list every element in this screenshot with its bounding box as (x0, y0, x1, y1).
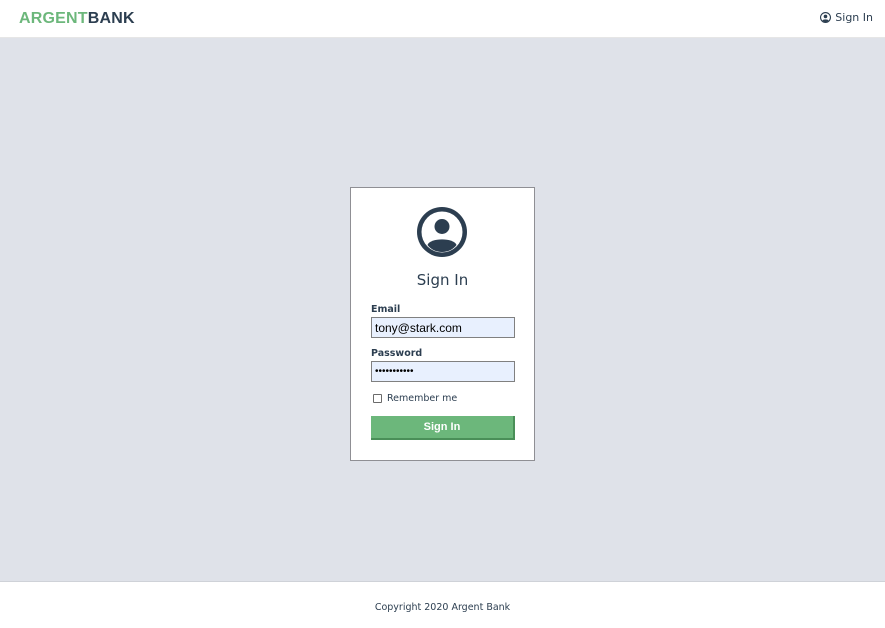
user-circle-icon (820, 12, 832, 23)
logo-text-bank: BANK (87, 10, 135, 27)
password-field[interactable] (371, 361, 515, 382)
header-sign-in-link[interactable]: Sign In (820, 11, 873, 24)
sign-in-card: Sign In Email Password Remember me Sign … (350, 187, 535, 461)
sign-in-title: Sign In (416, 271, 469, 289)
copyright-text: Copyright 2020 Argent Bank (374, 602, 511, 613)
email-field[interactable] (371, 317, 515, 338)
remember-me-label: Remember me (387, 393, 458, 404)
logo-text-argent: ARGENT (19, 10, 88, 27)
top-nav: ARGENTBANK Sign In (0, 0, 885, 38)
remember-me-row[interactable]: Remember me (373, 393, 457, 404)
header-sign-in-label: Sign In (835, 11, 873, 24)
footer: Copyright 2020 Argent Bank (0, 581, 885, 628)
argent-bank-logo[interactable]: ARGENTBANK (19, 10, 135, 28)
email-label: Email (371, 304, 401, 315)
password-label: Password (371, 348, 423, 359)
remember-me-checkbox[interactable] (373, 394, 382, 403)
sign-in-button[interactable]: Sign In (371, 416, 515, 440)
main-content: Sign In Email Password Remember me Sign … (0, 38, 885, 581)
user-circle-icon (417, 207, 467, 257)
